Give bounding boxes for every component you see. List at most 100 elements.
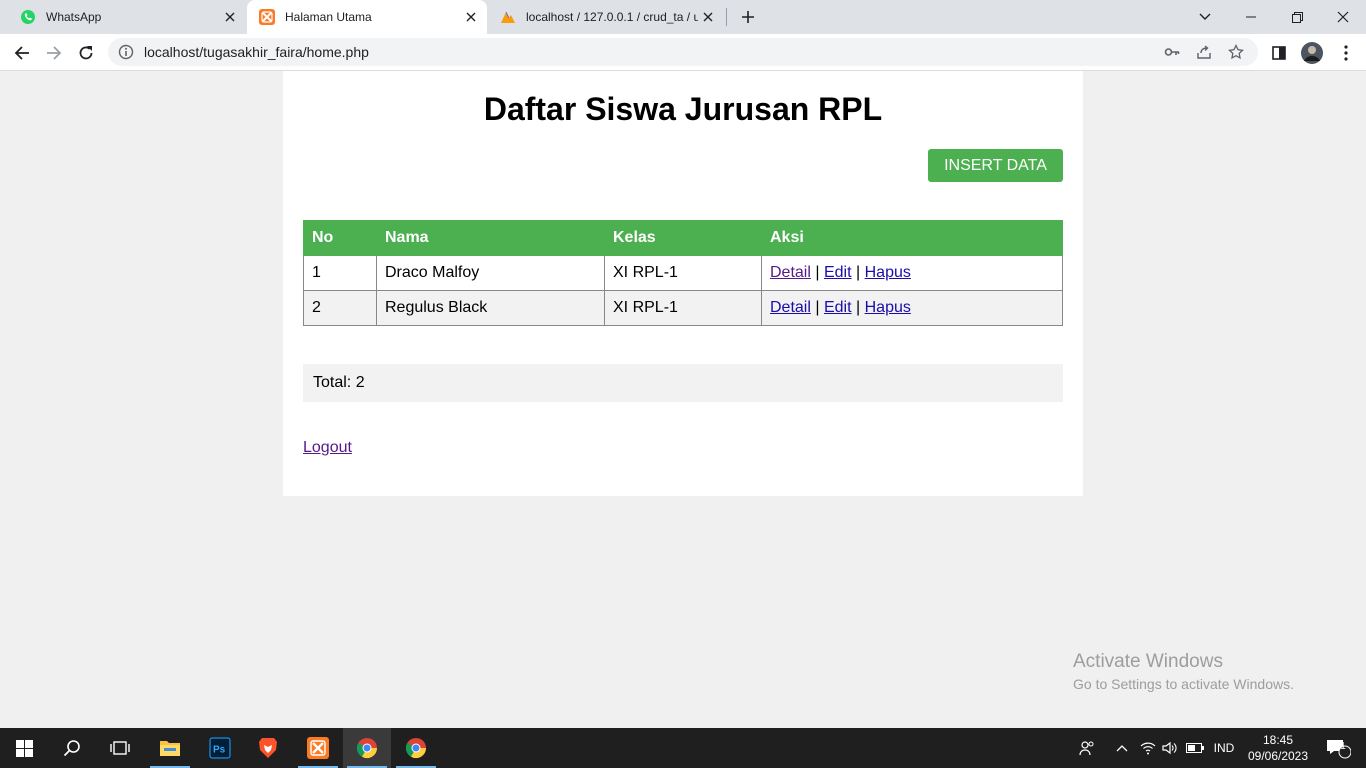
taskbar-xampp[interactable] (294, 728, 342, 768)
activate-windows-watermark: Activate Windows Go to Settings to activ… (1073, 651, 1294, 692)
wifi-icon (1140, 742, 1156, 755)
close-tab-icon[interactable] (220, 7, 240, 27)
edit-link[interactable]: Edit (824, 299, 852, 316)
windows-taskbar: Ps IND 18:45 09/06/2023 1 (0, 728, 1366, 768)
close-tab-icon[interactable] (698, 7, 718, 27)
separator: | (815, 299, 820, 316)
back-button[interactable] (8, 39, 36, 67)
browser-toolbar: localhost/tugasakhir_faira/home.php (0, 34, 1366, 71)
password-key-icon[interactable] (1162, 42, 1182, 62)
task-view-button[interactable] (96, 728, 144, 768)
restore-icon (1291, 11, 1303, 23)
cell-kelas: XI RPL-1 (604, 255, 762, 291)
whatsapp-icon (21, 10, 35, 24)
forward-button[interactable] (40, 39, 68, 67)
battery-button[interactable] (1182, 728, 1208, 768)
restore-button[interactable] (1274, 0, 1320, 34)
xampp-icon (307, 737, 329, 759)
volume-button[interactable] (1158, 728, 1182, 768)
windows-logo-icon (15, 739, 33, 757)
people-icon (1079, 741, 1094, 756)
chevron-down-icon (1199, 13, 1211, 20)
reload-icon (79, 46, 93, 60)
input-language[interactable]: IND (1208, 728, 1240, 768)
search-button[interactable] (48, 728, 96, 768)
edit-link[interactable]: Edit (824, 264, 852, 281)
clock-date: 09/06/2023 (1247, 749, 1309, 763)
people-button[interactable] (1074, 728, 1100, 768)
brave-icon (259, 738, 277, 758)
info-icon[interactable] (118, 44, 134, 60)
students-table: No Nama Kelas Aksi 1 Draco Malfoy XI RPL… (303, 220, 1063, 326)
tab-phpmyadmin[interactable]: localhost / 127.0.0.1 / crud_ta / u (488, 0, 724, 34)
tab-title: WhatsApp (46, 10, 102, 24)
show-hidden-icons-button[interactable] (1110, 728, 1134, 768)
watermark-subtitle: Go to Settings to activate Windows. (1073, 676, 1294, 692)
new-tab-button[interactable] (734, 0, 762, 34)
side-panel-button[interactable] (1265, 39, 1293, 67)
table-row: 1 Draco Malfoy XI RPL-1 Detail | Edit | … (303, 255, 1063, 291)
cell-nama: Draco Malfoy (376, 255, 605, 291)
taskbar-clock[interactable]: 18:45 09/06/2023 (1240, 732, 1316, 764)
close-window-button[interactable] (1320, 0, 1366, 34)
task-view-icon (110, 741, 130, 755)
taskbar-chrome-active[interactable] (343, 728, 391, 768)
close-tab-icon[interactable] (461, 7, 481, 27)
side-panel-icon (1272, 46, 1286, 60)
cell-no: 1 (303, 255, 377, 291)
chrome-menu-button[interactable] (1332, 39, 1360, 67)
detail-link[interactable]: Detail (770, 264, 811, 281)
column-header-aksi: Aksi (761, 220, 1063, 256)
action-center-button[interactable]: 1 (1318, 728, 1358, 768)
folder-icon (160, 741, 180, 756)
insert-data-button[interactable]: INSERT DATA (928, 149, 1063, 182)
profile-button[interactable] (1298, 39, 1326, 67)
more-vert-icon (1344, 45, 1348, 61)
separator: | (815, 264, 820, 281)
bookmark-star-icon[interactable] (1226, 42, 1246, 62)
detail-link[interactable]: Detail (770, 299, 811, 316)
page-container: Daftar Siswa Jurusan RPL INSERT DATA No … (283, 71, 1083, 496)
taskbar-brave[interactable] (244, 728, 292, 768)
page-title: Daftar Siswa Jurusan RPL (483, 91, 883, 127)
cell-nama: Regulus Black (376, 290, 605, 326)
taskbar-chrome[interactable] (392, 728, 440, 768)
logout-link[interactable]: Logout (303, 439, 352, 457)
total-count: Total: 2 (303, 364, 1063, 402)
table-header-row: No Nama Kelas Aksi (303, 220, 1063, 256)
speaker-icon (1162, 741, 1177, 755)
xampp-icon (259, 9, 275, 25)
minimize-icon (1246, 16, 1256, 18)
tab-title: localhost / 127.0.0.1 / crud_ta / u (526, 10, 698, 24)
avatar (1301, 42, 1323, 64)
network-button[interactable] (1136, 728, 1160, 768)
tab-search-button[interactable] (1190, 0, 1220, 34)
arrow-left-icon (14, 46, 29, 60)
reload-button[interactable] (72, 39, 100, 67)
battery-icon (1186, 743, 1204, 753)
url-text[interactable]: localhost/tugasakhir_faira/home.php (144, 44, 1162, 60)
plus-icon (742, 11, 754, 23)
chrome-icon (356, 738, 378, 759)
address-bar[interactable]: localhost/tugasakhir_faira/home.php (108, 38, 1258, 66)
clock-time: 18:45 (1262, 733, 1294, 747)
taskbar-file-explorer[interactable] (146, 728, 194, 768)
cell-aksi: Detail | Edit | Hapus (761, 290, 1063, 326)
column-header-nama: Nama (376, 220, 605, 256)
hapus-link[interactable]: Hapus (865, 299, 911, 316)
search-icon (63, 740, 80, 757)
photoshop-icon: Ps (209, 737, 231, 759)
hapus-link[interactable]: Hapus (865, 264, 911, 281)
table-row: 2 Regulus Black XI RPL-1 Detail | Edit |… (303, 290, 1063, 326)
cell-no: 2 (303, 290, 377, 326)
share-icon[interactable] (1194, 42, 1214, 62)
tab-whatsapp[interactable]: WhatsApp (8, 0, 246, 34)
column-header-kelas: Kelas (604, 220, 762, 256)
start-button[interactable] (0, 728, 48, 768)
taskbar-photoshop[interactable]: Ps (196, 728, 244, 768)
tab-halaman-utama[interactable]: Halaman Utama (247, 0, 487, 34)
browser-tab-bar: WhatsApp Halaman Utama localhost / 127.0… (0, 0, 1366, 34)
chevron-up-icon (1116, 745, 1128, 752)
minimize-button[interactable] (1228, 0, 1274, 34)
separator: | (856, 299, 861, 316)
